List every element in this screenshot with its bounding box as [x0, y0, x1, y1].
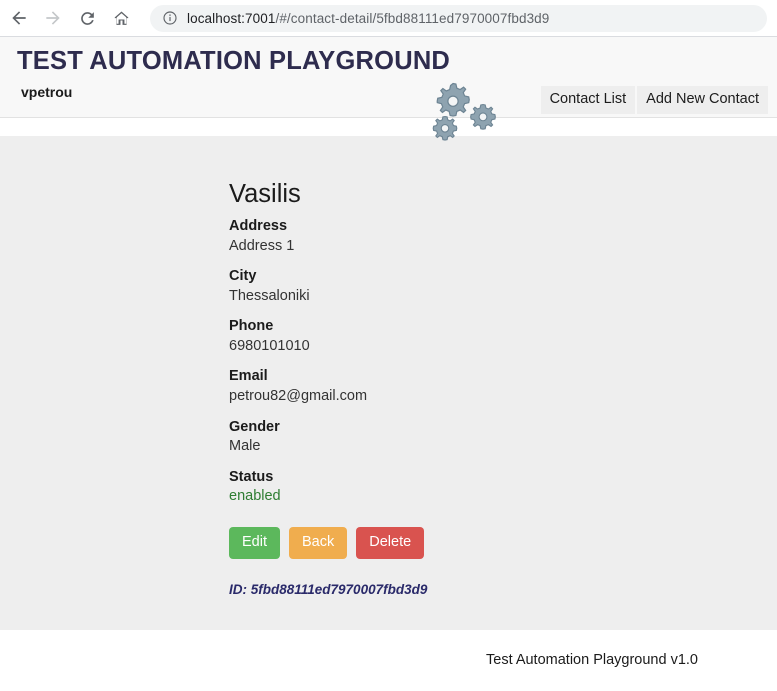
address-bar-url: localhost:7001/#/contact-detail/5fbd8811… [187, 11, 549, 26]
home-icon [114, 11, 128, 25]
back-button[interactable]: Back [289, 526, 348, 560]
url-host: localhost:7001 [187, 10, 276, 26]
header-spacer [0, 118, 777, 136]
page-header: TEST AUTOMATION PLAYGROUND vpetrou Conta… [0, 37, 777, 141]
city-label: City [229, 268, 257, 285]
action-buttons: Edit Back Delete [229, 526, 549, 560]
contact-detail-panel: Vasilis Address Address 1 City Thessalon… [229, 180, 549, 597]
address-label: Address [229, 218, 288, 235]
header-navigation: Contact List Add New Contact [540, 86, 768, 115]
contact-id: ID: 5fbd88111ed7970007fbd3d9 [229, 582, 428, 598]
url-path: /#/contact-detail/5fbd88111ed7970007fbd3… [275, 10, 550, 26]
page-title: TEST AUTOMATION PLAYGROUND [17, 47, 451, 75]
main-content: Vasilis Address Address 1 City Thessalon… [0, 136, 777, 630]
browser-forward-button[interactable] [38, 3, 68, 33]
info-circle-icon[interactable] [162, 10, 178, 26]
gender-value: Male [229, 438, 261, 455]
nav-contact-list[interactable]: Contact List [540, 86, 636, 115]
browser-home-button[interactable] [106, 3, 136, 33]
address-bar[interactable]: localhost:7001/#/contact-detail/5fbd8811… [150, 4, 767, 32]
arrow-right-icon [46, 11, 60, 25]
brand: TEST AUTOMATION PLAYGROUND vpetrou [17, 47, 451, 100]
email-value: petrou82@gmail.com [229, 387, 368, 404]
username-label: vpetrou [21, 83, 73, 100]
phone-value: 6980101010 [229, 337, 310, 354]
status-badge: enabled [229, 488, 281, 505]
gears-icon [428, 81, 500, 145]
phone-label: Phone [229, 318, 274, 335]
reload-icon [80, 11, 94, 25]
email-label: Email [229, 368, 268, 385]
status-label: Status [229, 468, 274, 485]
arrow-left-icon [12, 11, 26, 25]
edit-button[interactable]: Edit [229, 526, 280, 560]
gears-icon-svg [432, 82, 496, 141]
page-footer: Test Automation Playground v1.0 [0, 630, 777, 691]
footer-text: Test Automation Playground v1.0 [486, 652, 698, 668]
gender-label: Gender [229, 418, 280, 435]
delete-button[interactable]: Delete [356, 526, 425, 560]
address-value: Address 1 [229, 237, 295, 254]
browser-reload-button[interactable] [72, 3, 102, 33]
browser-back-button[interactable] [4, 3, 34, 33]
contact-name: Vasilis [229, 180, 301, 208]
nav-add-new-contact[interactable]: Add New Contact [637, 86, 768, 115]
city-value: Thessaloniki [229, 287, 310, 304]
browser-toolbar: localhost:7001/#/contact-detail/5fbd8811… [0, 0, 777, 37]
